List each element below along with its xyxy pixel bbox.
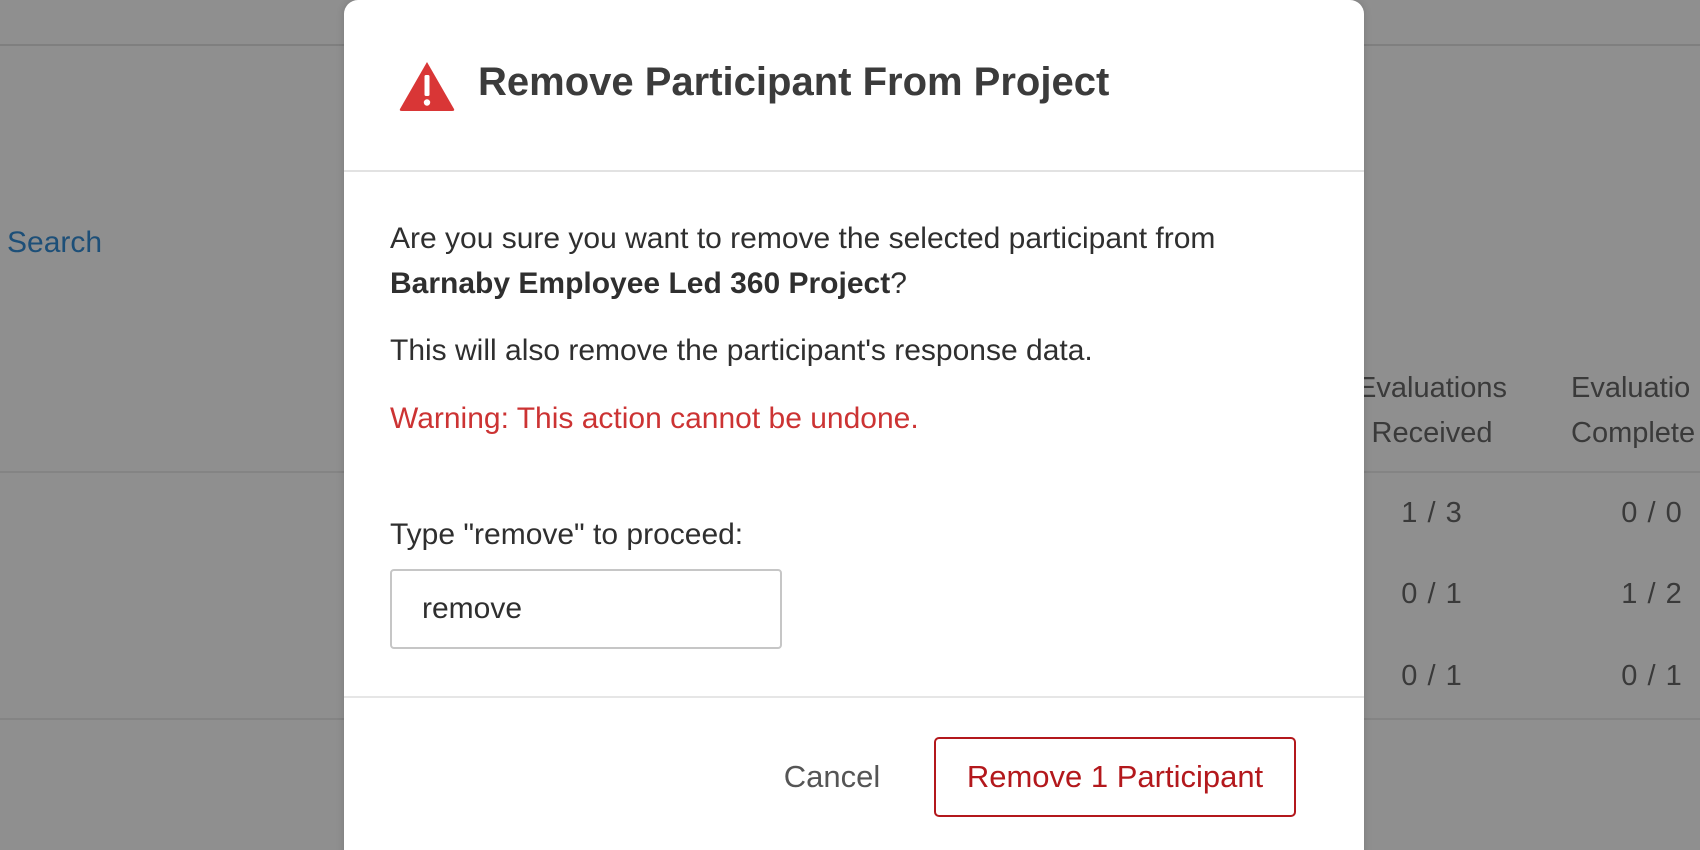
confirm-remove-input[interactable] bbox=[390, 569, 782, 649]
confirm-message-prefix: Are you sure you want to remove the sele… bbox=[390, 222, 1216, 255]
background-column-header-line: Evaluatio bbox=[1571, 372, 1691, 404]
background-column-header-line: Received bbox=[1371, 417, 1493, 449]
background-cell-received: 1 / 3 bbox=[1401, 497, 1463, 529]
remove-participant-dialog: Remove Participant From Project Are you … bbox=[344, 0, 1364, 850]
background-column-header-line: Evaluations bbox=[1357, 372, 1507, 404]
remove-participant-button[interactable]: Remove 1 Participant bbox=[934, 737, 1296, 817]
data-removal-notice: This will also remove the participant's … bbox=[390, 334, 1093, 367]
page: Search Evaluations Received Evaluatio Co… bbox=[0, 0, 1700, 850]
warning-icon bbox=[398, 60, 456, 112]
background-column-header-completed[interactable]: Evaluatio Complete bbox=[1571, 366, 1700, 456]
dialog-header: Remove Participant From Project bbox=[344, 0, 1364, 172]
confirm-message-suffix: ? bbox=[890, 267, 907, 300]
confirm-input-label: Type "remove" to proceed: bbox=[390, 518, 744, 551]
background-cell-received: 0 / 1 bbox=[1401, 578, 1463, 610]
background-search-link[interactable]: Search bbox=[7, 226, 102, 260]
irreversible-warning: Warning: This action cannot be undone. bbox=[390, 402, 919, 435]
background-cell-completed: 0 / 0 bbox=[1621, 497, 1683, 529]
background-cell-completed: 1 / 2 bbox=[1621, 578, 1683, 610]
background-cell-completed: 0 / 1 bbox=[1621, 660, 1683, 692]
background-column-header-line: Complete bbox=[1571, 417, 1696, 449]
dialog-body: Are you sure you want to remove the sele… bbox=[390, 216, 1310, 551]
dialog-title: Remove Participant From Project bbox=[478, 60, 1110, 104]
background-cell-received: 0 / 1 bbox=[1401, 660, 1463, 692]
dialog-footer-divider bbox=[344, 696, 1364, 698]
cancel-button[interactable]: Cancel bbox=[762, 742, 902, 812]
confirm-message: Are you sure you want to remove the sele… bbox=[390, 216, 1310, 306]
background-column-header-received[interactable]: Evaluations Received bbox=[1352, 366, 1512, 456]
project-name: Barnaby Employee Led 360 Project bbox=[390, 267, 891, 300]
